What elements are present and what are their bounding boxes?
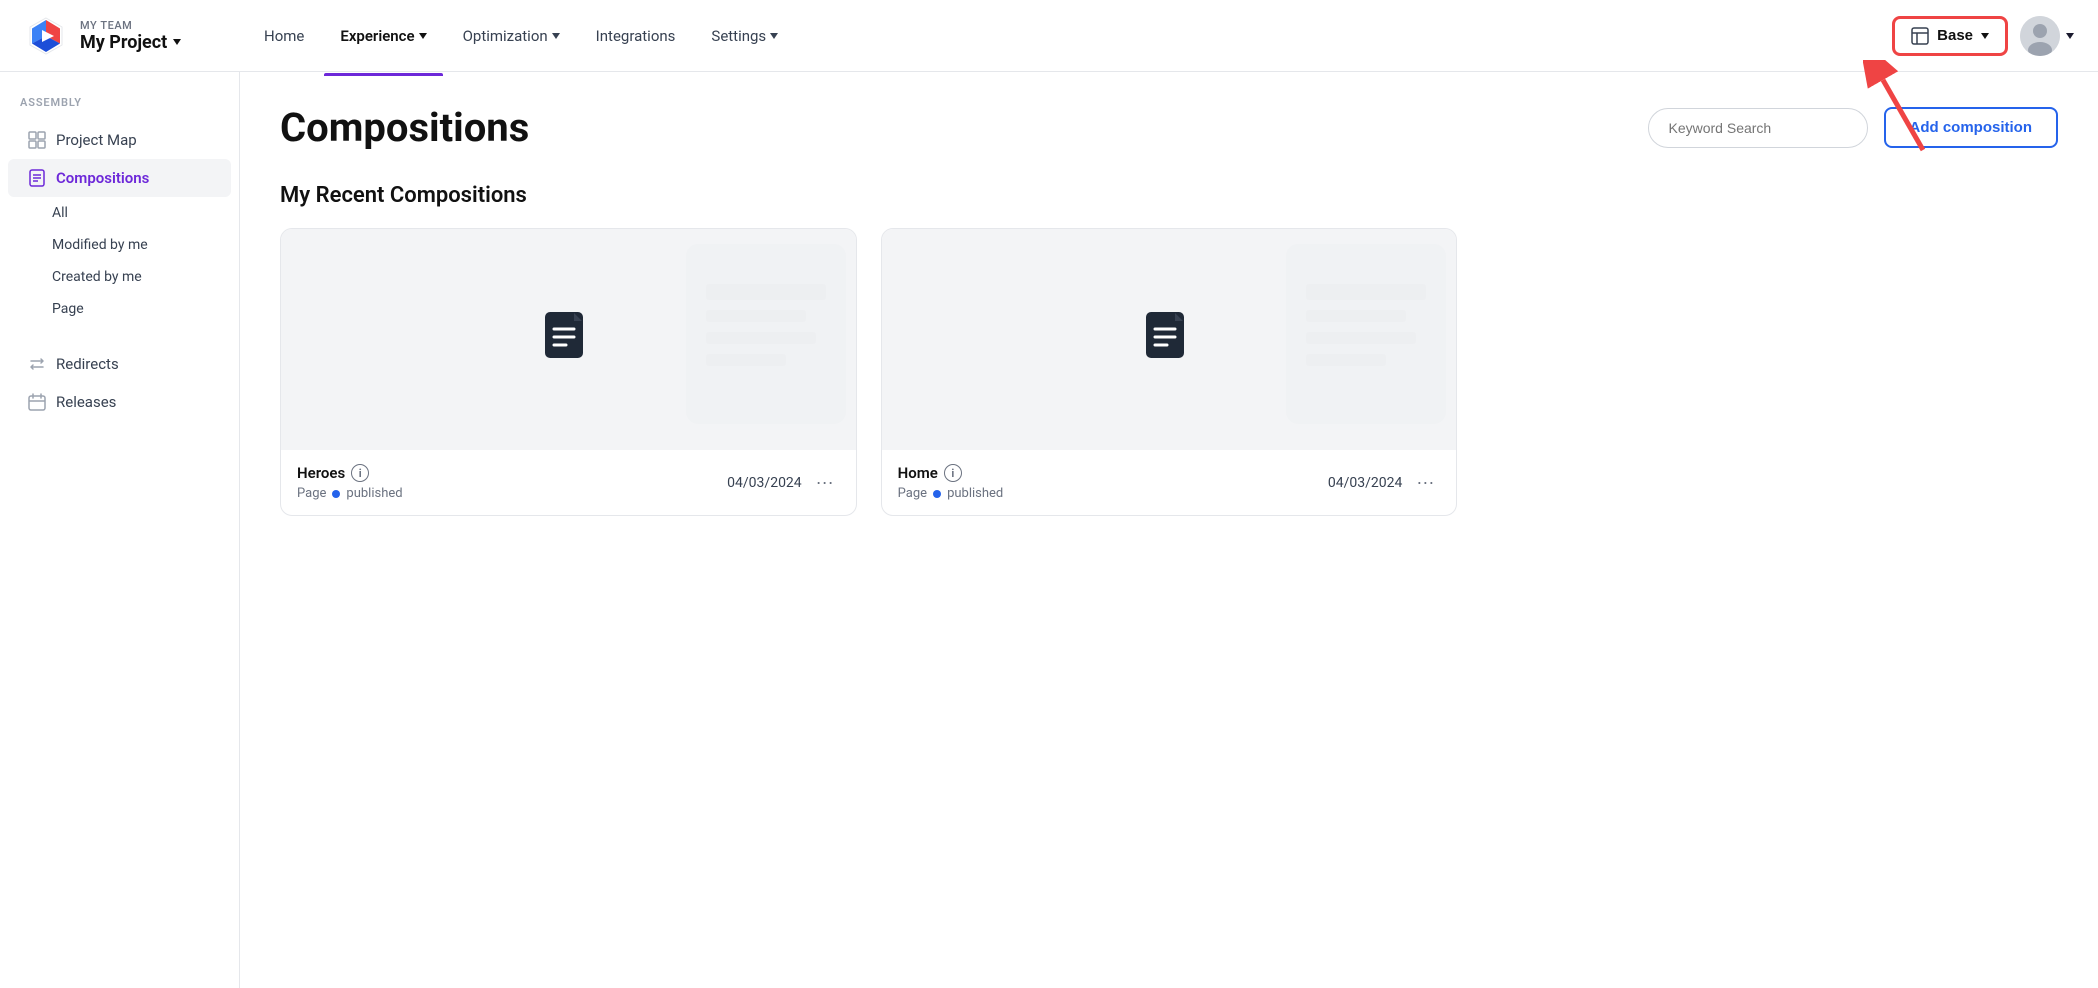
logo-area: MY TEAM My Project [24,14,224,58]
card-doc-icon-home [1139,309,1199,369]
project-chevron [173,39,181,45]
card-date-home: 04/03/2024 ··· [1328,470,1440,495]
header-right: Base [1892,16,2074,56]
sidebar-sub-created[interactable]: Created by me [8,261,231,293]
nav-integrations[interactable]: Integrations [580,19,692,53]
section-title: My Recent Compositions [280,183,2058,208]
home-status-dot [933,490,941,498]
composition-card-heroes[interactable]: Heroes i Page published 04/03/2024 ··· [280,228,857,516]
app-layout: ASSEMBLY Project Map Compositions All [0,72,2098,988]
sidebar-sub-all[interactable]: All [8,197,231,229]
sidebar: ASSEMBLY Project Map Compositions All [0,72,240,988]
card-name-home: Home i [898,464,1004,482]
header: MY TEAM My Project Home Experience Optim… [0,0,2098,72]
releases-icon [28,393,46,411]
settings-chevron [770,33,778,39]
search-input[interactable] [1669,120,1850,136]
page-header: Compositions Add composition [280,104,2058,151]
nav-home[interactable]: Home [248,19,320,53]
add-composition-button[interactable]: Add composition [1884,107,2059,148]
sidebar-section-label: ASSEMBLY [0,96,239,121]
card-meta-home: Page published [898,486,1004,501]
home-info-icon[interactable]: i [944,464,962,482]
main-content: Compositions Add composition My Recent C… [240,72,2098,988]
sidebar-item-compositions[interactable]: Compositions [8,159,231,197]
sidebar-item-releases[interactable]: Releases [8,383,231,421]
page-title: Compositions [280,104,529,151]
logo-icon [24,14,68,58]
card-bg-icon [676,234,856,449]
card-info-home: Home i Page published [898,464,1004,501]
card-date-heroes: 04/03/2024 ··· [727,470,839,495]
page-header-right: Add composition [1648,107,2059,148]
experience-chevron [419,33,427,39]
nav-settings[interactable]: Settings [695,19,794,53]
avatar-area[interactable] [2020,16,2074,56]
project-name[interactable]: My Project [80,32,181,53]
env-chevron [1981,33,1989,39]
card-bg-icon-home [1276,234,1456,449]
project-map-icon [28,131,46,149]
env-icon [1911,27,1929,45]
card-preview-home [882,229,1457,449]
optimization-chevron [552,33,560,39]
card-preview-heroes [281,229,856,449]
home-more-button[interactable]: ··· [1410,470,1440,495]
composition-card-home[interactable]: Home i Page published 04/03/2024 ··· [881,228,1458,516]
avatar-chevron [2066,33,2074,39]
heroes-info-icon[interactable]: i [351,464,369,482]
compositions-grid: Heroes i Page published 04/03/2024 ··· [280,228,2058,516]
search-box[interactable] [1648,108,1868,148]
env-button[interactable]: Base [1892,16,2008,56]
card-footer-heroes: Heroes i Page published 04/03/2024 ··· [281,449,856,515]
sidebar-item-redirects[interactable]: Redirects [8,345,231,383]
main-nav: Home Experience Optimization Integration… [224,19,1892,53]
logo-text: MY TEAM My Project [80,19,181,53]
nav-experience[interactable]: Experience [324,19,442,53]
compositions-icon [28,169,46,187]
sidebar-item-project-map[interactable]: Project Map [8,121,231,159]
card-name-heroes: Heroes i [297,464,403,482]
card-meta-heroes: Page published [297,486,403,501]
avatar [2020,16,2060,56]
card-info-heroes: Heroes i Page published [297,464,403,501]
card-doc-icon-heroes [538,309,598,369]
sidebar-sub-page[interactable]: Page [8,293,231,325]
sidebar-sub-modified[interactable]: Modified by me [8,229,231,261]
nav-optimization[interactable]: Optimization [447,19,576,53]
redirects-icon [28,355,46,373]
heroes-more-button[interactable]: ··· [810,470,840,495]
card-footer-home: Home i Page published 04/03/2024 ··· [882,449,1457,515]
heroes-status-dot [332,490,340,498]
team-label: MY TEAM [80,19,181,32]
